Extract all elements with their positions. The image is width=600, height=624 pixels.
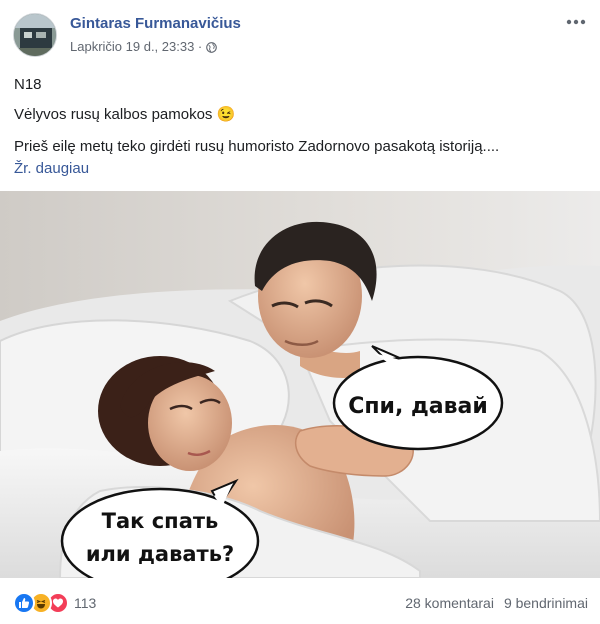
avatar[interactable] <box>13 13 57 57</box>
post-timestamp[interactable]: Lapkričio 19 d., 23:33 · <box>70 39 202 54</box>
post-meta: Lapkričio 19 d., 23:33 · <box>70 39 218 54</box>
globe-icon[interactable] <box>206 41 218 53</box>
post-line-2: Vėlyvos rusų kalbos pamokos 😉 <box>14 106 236 123</box>
post-photo[interactable]: Спи, давай Так спать или давать? <box>0 191 600 578</box>
post-line-3: Prieš eilę metų teko girdėti rusų humori… <box>14 138 500 155</box>
shares-count[interactable]: 9 bendrinimai <box>504 595 588 611</box>
post-stats: 28 komentarai 9 bendrinimai <box>405 595 588 611</box>
post-line-1: N18 <box>14 76 42 93</box>
reactions-summary[interactable]: 113 <box>13 592 96 614</box>
comments-count[interactable]: 28 komentarai <box>405 595 494 611</box>
reaction-count[interactable]: 113 <box>74 595 96 611</box>
post-footer: 113 28 komentarai 9 bendrinimai <box>0 578 600 624</box>
bubble-left-text-2: или давать? <box>86 542 234 566</box>
author-name[interactable]: Gintaras Furmanavičius <box>70 15 241 32</box>
bubble-left-text-1: Так спать <box>102 509 219 533</box>
see-more-link[interactable]: Žr. daugiau <box>14 159 89 178</box>
ellipsis-icon[interactable] <box>562 10 590 34</box>
bubble-right-text: Спи, давай <box>348 394 488 419</box>
post-header: Gintaras Furmanavičius Lapkričio 19 d., … <box>0 0 600 62</box>
like-icon <box>13 592 35 614</box>
